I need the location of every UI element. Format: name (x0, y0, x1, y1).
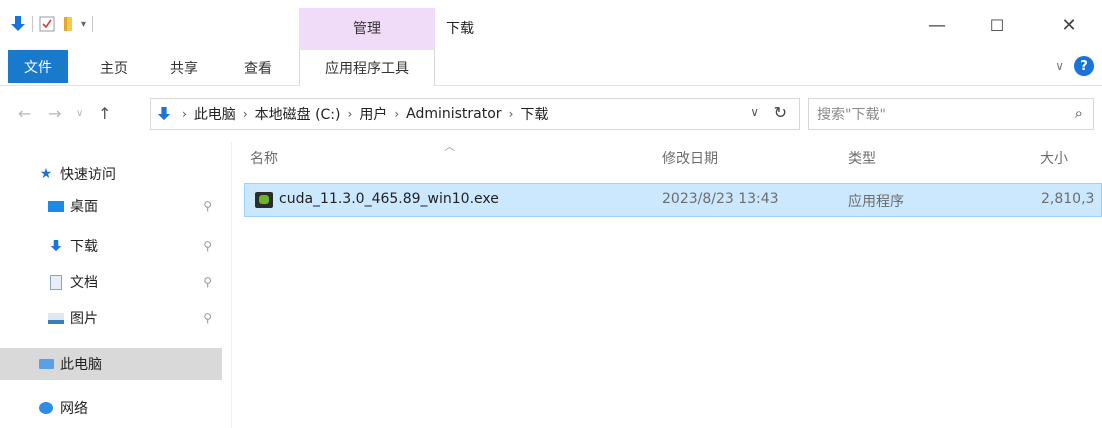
pin-icon[interactable]: ⚲ (203, 239, 212, 253)
quick-access-toolbar: ▾ (10, 12, 94, 36)
nav-item-label: 桌面 (70, 199, 98, 215)
nav-item-desktop[interactable]: 桌面 ⚲ (0, 190, 222, 222)
chevron-right-icon[interactable]: › (182, 107, 187, 121)
search-placeholder: 搜索"下载" (817, 107, 886, 123)
back-arrow-icon[interactable]: ← (18, 104, 31, 123)
recent-locations-icon[interactable]: ∨ (76, 108, 83, 119)
tab-file[interactable]: 文件 (8, 50, 68, 83)
up-arrow-icon[interactable]: ↑ (98, 104, 111, 123)
pin-icon[interactable]: ⚲ (203, 275, 212, 289)
tab-home[interactable]: 主页 (92, 50, 136, 86)
column-header-modified[interactable]: 修改日期 (662, 148, 718, 168)
nav-item-this-pc[interactable]: 此电脑 (0, 348, 222, 380)
nav-item-label: 此电脑 (60, 357, 102, 373)
download-location-icon (157, 107, 171, 121)
column-header-type[interactable]: 类型 (848, 148, 876, 168)
new-folder-icon[interactable] (61, 16, 75, 32)
download-arrow-icon[interactable] (10, 15, 26, 33)
pin-icon[interactable]: ⚲ (203, 199, 212, 213)
breadcrumb-downloads[interactable]: 下载 (520, 104, 548, 124)
nvidia-exe-icon (255, 192, 273, 208)
chevron-right-icon[interactable]: › (348, 107, 353, 121)
column-header-name[interactable]: 名称 (250, 148, 278, 168)
chevron-right-icon[interactable]: › (509, 107, 514, 121)
nav-item-network[interactable]: 网络 (0, 392, 222, 424)
chevron-right-icon[interactable]: › (394, 107, 399, 121)
network-icon (36, 400, 56, 416)
nav-item-label: 图片 (70, 311, 98, 327)
search-icon[interactable]: ⌕ (1075, 104, 1083, 122)
search-input[interactable]: 搜索"下载" ⌕ (808, 98, 1094, 130)
breadcrumb-this-pc[interactable]: 此电脑 (194, 104, 236, 124)
address-row: ← → ∨ ↑ › 此电脑 › 本地磁盘 (C:) › 用户 › Adminis… (0, 86, 1102, 142)
navigation-pane: ★ 快速访问 桌面 ⚲ 下载 ⚲ 文档 ⚲ 图片 ⚲ 此电脑 网络 (0, 142, 232, 428)
chevron-right-icon[interactable]: › (243, 107, 248, 121)
nav-quick-access-label: 快速访问 (60, 167, 116, 183)
title-bar: ▾ 管理 下载 — ☐ ✕ (0, 0, 1102, 50)
nav-item-label: 下载 (70, 239, 98, 255)
nav-item-documents[interactable]: 文档 ⚲ (0, 266, 222, 298)
context-tab-manage[interactable]: 管理 (299, 8, 435, 50)
document-icon (46, 274, 66, 290)
download-icon (46, 238, 66, 254)
close-button[interactable]: ✕ (1046, 10, 1092, 40)
window-title: 下载 (446, 21, 474, 37)
minimize-button[interactable]: — (914, 10, 960, 40)
properties-check-icon[interactable] (39, 16, 55, 32)
file-name: cuda_11.3.0_465.89_win10.exe (279, 191, 499, 207)
ribbon-right-controls: ∨ ? (1055, 56, 1094, 76)
ribbon-tabs: 文件 主页 共享 查看 应用程序工具 ∨ ? (0, 50, 1102, 86)
pin-icon[interactable]: ⚲ (203, 311, 212, 325)
nav-item-pictures[interactable]: 图片 ⚲ (0, 302, 222, 334)
computer-icon (36, 356, 56, 372)
forward-arrow-icon[interactable]: → (48, 104, 61, 123)
breadcrumb-users[interactable]: 用户 (359, 104, 387, 124)
column-header-size[interactable]: 大小 (1040, 148, 1068, 168)
tab-view[interactable]: 查看 (236, 50, 280, 86)
address-bar[interactable]: › 此电脑 › 本地磁盘 (C:) › 用户 › Administrator ›… (150, 98, 800, 130)
table-row[interactable]: cuda_11.3.0_465.89_win10.exe 2023/8/23 1… (244, 183, 1102, 217)
toolbar-divider (32, 16, 33, 32)
file-modified: 2023/8/23 13:43 (662, 191, 779, 207)
tab-application-tools[interactable]: 应用程序工具 (299, 50, 435, 86)
address-dropdown-icon[interactable]: ∨ (750, 105, 759, 119)
breadcrumb-local-disk[interactable]: 本地磁盘 (C:) (255, 104, 341, 124)
maximize-button[interactable]: ☐ (974, 10, 1020, 40)
toolbar-divider (92, 16, 94, 32)
file-size: 2,810,3 (1041, 191, 1095, 207)
chevron-down-icon[interactable]: ∨ (1055, 59, 1064, 73)
picture-icon (46, 310, 66, 326)
nav-item-downloads[interactable]: 下载 ⚲ (0, 230, 222, 262)
nav-quick-access[interactable]: ★ 快速访问 (0, 158, 222, 190)
help-icon[interactable]: ? (1074, 56, 1094, 76)
tab-share[interactable]: 共享 (162, 50, 206, 86)
sort-ascending-icon: ︿ (444, 140, 455, 153)
nav-item-label: 文档 (70, 275, 98, 291)
customize-toolbar-icon[interactable]: ▾ (81, 19, 86, 30)
star-icon: ★ (39, 166, 53, 182)
nav-item-label: 网络 (60, 401, 88, 417)
desktop-icon (46, 198, 66, 214)
file-type: 应用程序 (848, 194, 904, 210)
refresh-icon[interactable]: ↻ (774, 103, 787, 122)
breadcrumb-administrator[interactable]: Administrator (406, 106, 501, 122)
